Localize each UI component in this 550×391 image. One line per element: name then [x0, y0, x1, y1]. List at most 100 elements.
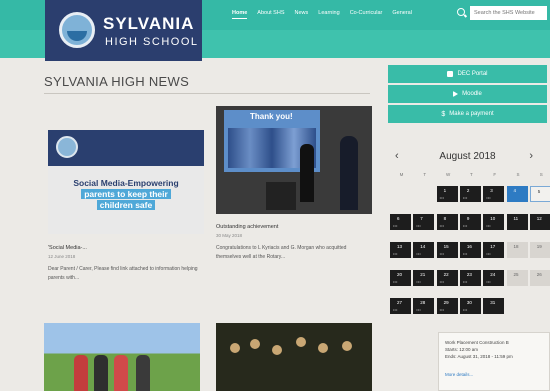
calendar-weekday: M [399, 172, 404, 177]
calendar-month: August 2018 [439, 151, 496, 162]
calendar-day[interactable]: 16 • • • [459, 242, 481, 258]
nav-co-curricular[interactable]: Co-Curricular [350, 10, 383, 19]
event-end: Ends: August 31, 2018 - 11:59 pm [445, 354, 513, 359]
calendar-weekday: T [470, 172, 473, 177]
post-date: 30 May 2018 [216, 233, 243, 238]
calendar-day[interactable]: 28 • • • [413, 298, 435, 314]
calendar-next-button[interactable]: › [529, 150, 533, 162]
search-icon[interactable] [457, 8, 465, 16]
calendar-weekday: S [539, 172, 543, 177]
calendar-day[interactable]: 9 • • • [459, 214, 481, 230]
event-start: Starts: 12:00 am [445, 347, 479, 352]
dec-portal-button[interactable]: DEC Portal [388, 65, 547, 83]
student-figure [340, 136, 358, 210]
search-input[interactable] [470, 6, 547, 20]
calendar-day[interactable]: 31 [483, 298, 505, 314]
event-marker-icon: • • • [486, 195, 491, 200]
calendar-day[interactable]: 18 [506, 242, 528, 258]
nav-general[interactable]: General [392, 10, 412, 19]
make-payment-button[interactable]: $ Make a payment [388, 105, 547, 123]
event-more-link[interactable]: More details... [445, 371, 543, 378]
event-tooltip: Work Placement Construction B Starts: 12… [438, 332, 550, 391]
moodle-button[interactable]: Moodle [388, 85, 547, 103]
calendar-day[interactable]: 22 • • • [436, 270, 458, 286]
podium [266, 182, 296, 210]
calendar-day[interactable]: 14 • • • [413, 242, 435, 258]
post-date: 12 June 2018 [48, 254, 76, 259]
calendar-header: ‹ August 2018 › [388, 150, 547, 166]
calendar-day[interactable]: 30 • • • [459, 298, 481, 314]
news-post[interactable] [44, 323, 200, 391]
event-marker-icon: • • • [439, 223, 444, 228]
calendar-day[interactable]: 24 • • • [483, 270, 505, 286]
thumb-caption: Thank you! [250, 112, 293, 121]
nav-about[interactable]: About SHS [257, 10, 284, 19]
calendar-day[interactable]: 12 [529, 214, 550, 230]
event-marker-icon: • • • [439, 251, 444, 256]
event-marker-icon: • • • [486, 223, 491, 228]
event-marker-icon: • • • [416, 279, 421, 284]
event-marker-icon: • • • [462, 195, 467, 200]
calendar-day [413, 186, 434, 202]
calendar-day[interactable]: 3 • • • [483, 186, 505, 202]
event-marker-icon: • • • [486, 251, 491, 256]
event-marker-icon: • • • [439, 279, 444, 284]
event-marker-icon: • • • [393, 251, 397, 256]
event-marker-icon: • • • [462, 251, 467, 256]
calendar-day [390, 186, 411, 202]
calendar-weekday: W [445, 172, 451, 177]
news-post[interactable] [216, 323, 372, 391]
calendar-day[interactable]: 5 [529, 186, 550, 202]
thumb-caption: Social Media-Empowering parents to keep … [73, 178, 179, 210]
school-crest-icon [59, 12, 95, 48]
news-post[interactable]: Social Media-Empowering parents to keep … [48, 130, 204, 283]
post-thumbnail[interactable] [216, 323, 372, 391]
calendar-day[interactable]: 29 • • • [436, 298, 458, 314]
calendar-day[interactable]: 13 • • • [390, 242, 411, 258]
calendar-day[interactable]: 23 • • • [459, 270, 481, 286]
calendar-day[interactable]: 20 • • • [390, 270, 411, 286]
nav-home[interactable]: Home [232, 10, 247, 19]
calendar-day[interactable]: 17 • • • [483, 242, 505, 258]
event-marker-icon: • • • [462, 223, 467, 228]
school-logo[interactable]: SYLVANIA HIGH SCHOOL [45, 0, 202, 61]
event-marker-icon: • • • [462, 279, 467, 284]
post-title[interactable]: 'Social Media-... [48, 245, 204, 251]
nav-news[interactable]: News [295, 10, 309, 19]
portal-icon [447, 71, 454, 77]
calendar-day[interactable]: 15 • • • [436, 242, 458, 258]
calendar-day[interactable]: 26 [529, 270, 550, 286]
calendar-day[interactable]: 4 [506, 186, 528, 202]
thumb-crest-icon [56, 136, 78, 158]
event-marker-icon: • • • [416, 307, 421, 312]
post-title[interactable]: Outstanding achievement [216, 224, 372, 230]
post-thumbnail[interactable]: Thank you! [216, 106, 372, 214]
event-marker-icon: • • • [393, 223, 397, 228]
event-marker-icon: • • • [462, 307, 467, 312]
play-icon [453, 91, 459, 97]
post-excerpt: Dear Parent / Carer, Please find link at… [48, 266, 198, 281]
title-divider [44, 93, 370, 94]
post-thumbnail[interactable]: Social Media-Empowering parents to keep … [48, 130, 204, 234]
news-post[interactable]: Thank you! Outstanding achievement 30 Ma… [216, 106, 372, 262]
calendar-day[interactable]: 27 • • • [390, 298, 411, 314]
event-marker-icon: • • • [486, 279, 491, 284]
calendar-weekday: T [423, 172, 427, 177]
post-thumbnail[interactable] [44, 323, 200, 391]
calendar-day[interactable]: 7 • • • [413, 214, 435, 230]
calendar-day[interactable]: 10 • • • [483, 214, 505, 230]
event-marker-icon: • • • [393, 307, 397, 312]
calendar-day[interactable]: 25 [506, 270, 528, 286]
calendar-day[interactable]: 19 [529, 242, 550, 258]
nav-learning[interactable]: Learning [318, 10, 339, 19]
calendar-weekday: S [516, 172, 520, 177]
calendar-day[interactable]: 11 [506, 214, 528, 230]
calendar-day[interactable]: 8 • • • [436, 214, 458, 230]
calendar-day[interactable]: 2 • • • [459, 186, 481, 202]
event-marker-icon: • • • [416, 223, 421, 228]
calendar-day[interactable]: 6 • • • [390, 214, 411, 230]
calendar-day[interactable]: 1 • • • [436, 186, 458, 202]
news-section-title: SYLVANIA HIGH NEWS [44, 74, 190, 89]
calendar-day[interactable]: 21 • • • [413, 270, 435, 286]
calendar-weekday: F [493, 172, 497, 177]
